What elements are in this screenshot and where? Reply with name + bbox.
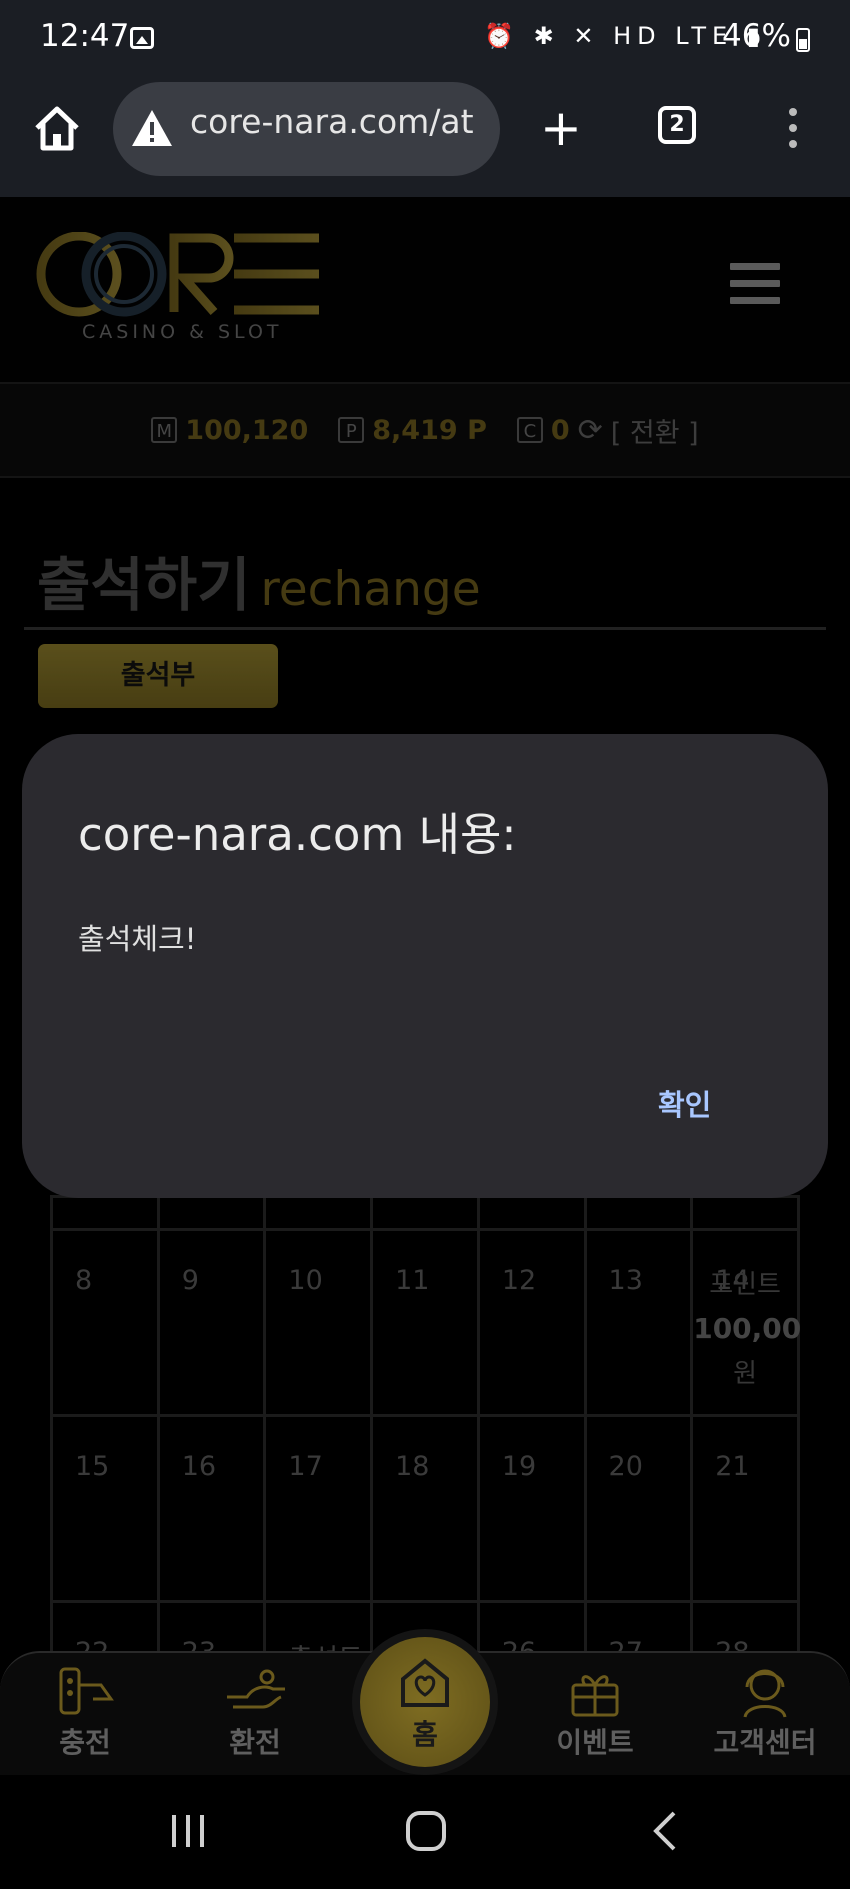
tab-switcher-button[interactable]: 2 <box>658 106 696 144</box>
system-navigation-bar <box>0 1775 850 1889</box>
system-home-icon[interactable] <box>404 1809 448 1853</box>
status-bar: 12:47 ⏰ ✱ ✕ HD LTE ▮ 46% <box>0 0 850 80</box>
url-text[interactable]: core-nara.com/at <box>190 102 490 141</box>
alert-dialog: core-nara.com 내용: 출석체크! 확인 <box>22 734 828 1198</box>
dialog-title: core-nara.com 내용: <box>78 808 517 861</box>
nav-exchange[interactable]: 환전 <box>190 1663 320 1761</box>
home-heart-icon <box>401 1658 449 1707</box>
nav-home[interactable]: 홈 <box>360 1637 490 1767</box>
support-icon <box>743 1669 787 1718</box>
warning-icon[interactable] <box>130 108 174 148</box>
recents-icon[interactable] <box>168 1811 208 1851</box>
new-tab-icon[interactable]: + <box>540 103 582 153</box>
nav-charge[interactable]: 충전 <box>20 1663 150 1761</box>
nav-event[interactable]: 이벤트 <box>530 1663 660 1761</box>
dialog-ok-button[interactable]: 확인 <box>658 1082 711 1124</box>
battery-icon <box>796 28 810 52</box>
gift-icon <box>571 1675 619 1717</box>
dialog-message: 출석체크! <box>78 922 197 956</box>
charge-icon <box>59 1667 114 1715</box>
back-icon[interactable] <box>650 1809 680 1853</box>
browser-menu-icon[interactable] <box>788 108 798 152</box>
gallery-icon <box>130 27 154 49</box>
home-icon[interactable] <box>32 104 82 152</box>
exchange-icon <box>227 1669 285 1709</box>
nav-home-label: 홈 <box>412 1718 438 1751</box>
status-time: 12:47 <box>40 18 130 54</box>
battery-percent: 46% <box>722 18 791 54</box>
nav-support[interactable]: 고객센터 <box>700 1663 830 1761</box>
browser-toolbar: core-nara.com/at + 2 <box>0 80 850 197</box>
